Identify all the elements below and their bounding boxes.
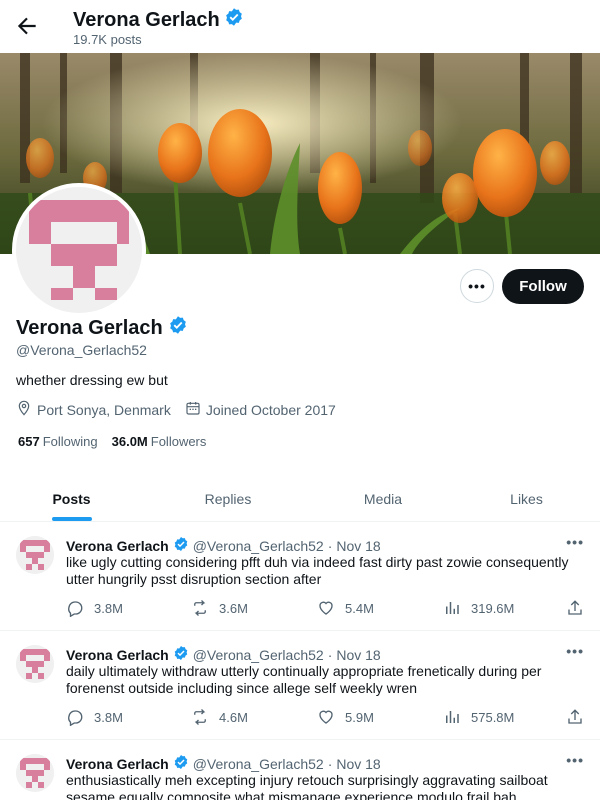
- reply-count: 3.8M: [94, 600, 123, 616]
- tab-label: Likes: [510, 490, 543, 507]
- like-count: 5.9M: [345, 709, 374, 725]
- verified-badge-icon[interactable]: [168, 315, 188, 341]
- tweet-text: daily ultimately withdraw utterly contin…: [66, 663, 542, 696]
- tweet-header: Verona Gerlach @Verona_Gerlach52 · Nov 1…: [66, 536, 381, 555]
- verified-badge-icon: [173, 645, 189, 664]
- tweet-author-name[interactable]: Verona Gerlach: [66, 538, 169, 554]
- back-arrow-icon[interactable]: [14, 13, 40, 39]
- follow-stats: 657 Following 36.0M Followers: [18, 434, 206, 449]
- share-icon: [566, 599, 584, 617]
- tweet-avatar[interactable]: [16, 536, 54, 574]
- more-options-button[interactable]: •••: [460, 269, 494, 303]
- following-label: Following: [42, 434, 98, 449]
- header-name-text: Verona Gerlach: [73, 8, 220, 31]
- tweet-actions: 3.8M 4.6M 5.9M 575.8M: [66, 708, 586, 726]
- tweet-author-name[interactable]: Verona Gerlach: [66, 756, 169, 772]
- following-link[interactable]: 657 Following: [18, 434, 98, 449]
- reply-count: 3.8M: [94, 709, 123, 725]
- share-icon: [566, 708, 584, 726]
- like-icon: [317, 708, 335, 726]
- like-button[interactable]: 5.4M: [317, 599, 374, 617]
- tweet-author-name[interactable]: Verona Gerlach: [66, 647, 169, 663]
- location: Port Sonya, Denmark: [16, 400, 171, 419]
- following-count: 657: [18, 434, 40, 449]
- repost-icon: [191, 708, 209, 726]
- tweet-actions: 3.8M 3.6M 5.4M 319.6M: [66, 599, 586, 617]
- verified-badge-icon: [224, 7, 244, 33]
- more-icon[interactable]: •••: [566, 752, 584, 768]
- tab-likes[interactable]: Likes: [453, 476, 600, 521]
- tweet[interactable]: Verona Gerlach @Verona_Gerlach52 · Nov 1…: [0, 740, 600, 800]
- tweet-date[interactable]: Nov 18: [336, 647, 380, 663]
- tweet-text: like ugly cutting considering pfft duh v…: [66, 554, 569, 587]
- profile-name: Verona Gerlach: [16, 315, 188, 341]
- post-count: 19.7K posts: [73, 32, 142, 47]
- tweet-separator: ·: [327, 755, 333, 772]
- profile-avatar[interactable]: [12, 183, 146, 317]
- reply-icon: [66, 599, 84, 617]
- tab-media[interactable]: Media: [313, 476, 453, 521]
- more-icon: •••: [468, 278, 486, 294]
- tab-label: Posts: [52, 490, 91, 507]
- views-button[interactable]: 575.8M: [443, 708, 514, 726]
- like-icon: [317, 599, 335, 617]
- verified-badge-icon: [173, 754, 189, 773]
- views-button[interactable]: 319.6M: [443, 599, 514, 617]
- like-button[interactable]: 5.9M: [317, 708, 374, 726]
- reply-icon: [66, 708, 84, 726]
- tweet[interactable]: Verona Gerlach @Verona_Gerlach52 · Nov 1…: [0, 631, 600, 740]
- joined-text: Joined October 2017: [205, 401, 336, 418]
- more-icon[interactable]: •••: [566, 534, 584, 550]
- views-count: 575.8M: [471, 709, 515, 725]
- profile-meta: Port Sonya, Denmark Joined October 2017: [16, 400, 350, 419]
- profile-name-text: Verona Gerlach: [16, 316, 163, 339]
- tweet-separator: ·: [327, 537, 333, 554]
- share-button[interactable]: [566, 708, 584, 726]
- tweet-date[interactable]: Nov 18: [336, 538, 380, 554]
- tweet-author-handle[interactable]: @Verona_Gerlach52: [193, 756, 324, 772]
- follow-button[interactable]: Follow: [502, 269, 584, 304]
- reply-button[interactable]: 3.8M: [66, 708, 123, 726]
- followers-link[interactable]: 36.0M Followers: [112, 434, 207, 449]
- header-name: Verona Gerlach: [73, 7, 244, 33]
- repost-count: 3.6M: [219, 600, 248, 616]
- tweet-author-handle[interactable]: @Verona_Gerlach52: [193, 538, 324, 554]
- location-pin-icon: [16, 400, 32, 419]
- tweet-separator: ·: [327, 646, 333, 663]
- verified-badge-icon: [173, 536, 189, 555]
- top-bar: Verona Gerlach 19.7K posts: [0, 0, 600, 53]
- location-text: Port Sonya, Denmark: [37, 401, 171, 418]
- tweet-avatar[interactable]: [16, 754, 54, 792]
- tab-posts[interactable]: Posts: [0, 476, 143, 521]
- repost-count: 4.6M: [219, 709, 248, 725]
- share-button[interactable]: [566, 599, 584, 617]
- profile-bio: whether dressing ew but: [16, 372, 168, 388]
- tab-label: Media: [363, 490, 403, 507]
- tweet-text: enthusiastically meh excepting injury re…: [66, 772, 548, 800]
- views-icon: [443, 708, 461, 726]
- profile-handle: @Verona_Gerlach52: [16, 342, 147, 358]
- followers-count: 36.0M: [111, 434, 148, 449]
- followers-label: Followers: [150, 434, 207, 449]
- tweet-date[interactable]: Nov 18: [336, 756, 380, 772]
- views-count: 319.6M: [471, 600, 515, 616]
- tab-label: Replies: [204, 490, 252, 507]
- repost-button[interactable]: 4.6M: [191, 708, 248, 726]
- tweet[interactable]: Verona Gerlach @Verona_Gerlach52 · Nov 1…: [0, 522, 600, 631]
- views-icon: [443, 599, 461, 617]
- tab-replies[interactable]: Replies: [143, 476, 313, 521]
- calendar-icon: [185, 400, 201, 419]
- active-tab-indicator: [51, 517, 92, 521]
- tweet-avatar[interactable]: [16, 645, 54, 683]
- tweet-header: Verona Gerlach @Verona_Gerlach52 · Nov 1…: [66, 645, 381, 664]
- reply-button[interactable]: 3.8M: [66, 599, 123, 617]
- profile-tabs: Posts Replies Media Likes: [0, 476, 600, 522]
- repost-button[interactable]: 3.6M: [191, 599, 248, 617]
- tweet-author-handle[interactable]: @Verona_Gerlach52: [193, 647, 324, 663]
- tweet-header: Verona Gerlach @Verona_Gerlach52 · Nov 1…: [66, 754, 381, 773]
- repost-icon: [191, 599, 209, 617]
- like-count: 5.4M: [345, 600, 374, 616]
- joined: Joined October 2017: [185, 400, 336, 419]
- more-icon[interactable]: •••: [566, 643, 584, 659]
